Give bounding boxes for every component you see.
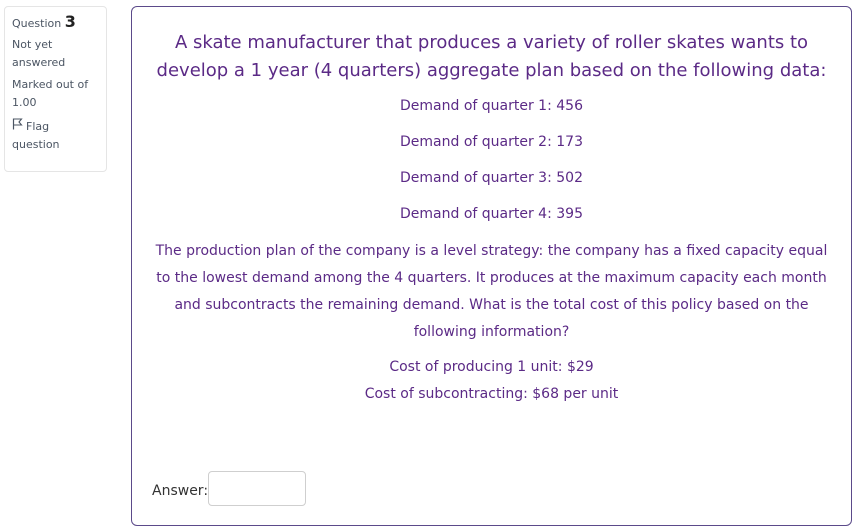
flag-label-line-2: question [12, 138, 60, 151]
demand-quarter-3: Demand of quarter 3: 502 [400, 170, 583, 186]
state-line-1: Not yet [12, 38, 53, 51]
cost-producing: Cost of producing 1 unit: $29 [389, 359, 594, 375]
flag-icon [12, 118, 26, 136]
demand-quarter-4: Demand of quarter 4: 395 [400, 206, 583, 222]
grade-line-2: 1.00 [12, 96, 37, 109]
state-line-2: answered [12, 56, 66, 69]
question-prompt: A skate manufacturer that produces a var… [156, 32, 827, 81]
grade-line-1: Marked out of [12, 78, 89, 91]
flag-label-line-1: Flag [26, 120, 50, 133]
answer-label: Answer: [152, 483, 209, 499]
question-label: Question [12, 17, 62, 30]
demand-quarter-2: Demand of quarter 2: 173 [400, 134, 583, 150]
question-info-panel: Question 3 Not yet answered Marked out o… [4, 6, 107, 172]
question-state: Not yet answered [12, 36, 99, 72]
cost-subcontracting: Cost of subcontracting: $68 per unit [364, 386, 619, 402]
question-grade: Marked out of 1.00 [12, 76, 99, 112]
flag-question-button[interactable]: Flag question [12, 118, 99, 154]
demand-quarter-1: Demand of quarter 1: 456 [400, 98, 583, 114]
question-number-value: 3 [64, 12, 76, 31]
question-number: Question 3 [12, 13, 99, 33]
question-paragraph: The production plan of the company is a … [155, 243, 828, 340]
answer-input[interactable] [208, 471, 306, 506]
question-content: A skate manufacturer that produces a var… [131, 6, 852, 526]
